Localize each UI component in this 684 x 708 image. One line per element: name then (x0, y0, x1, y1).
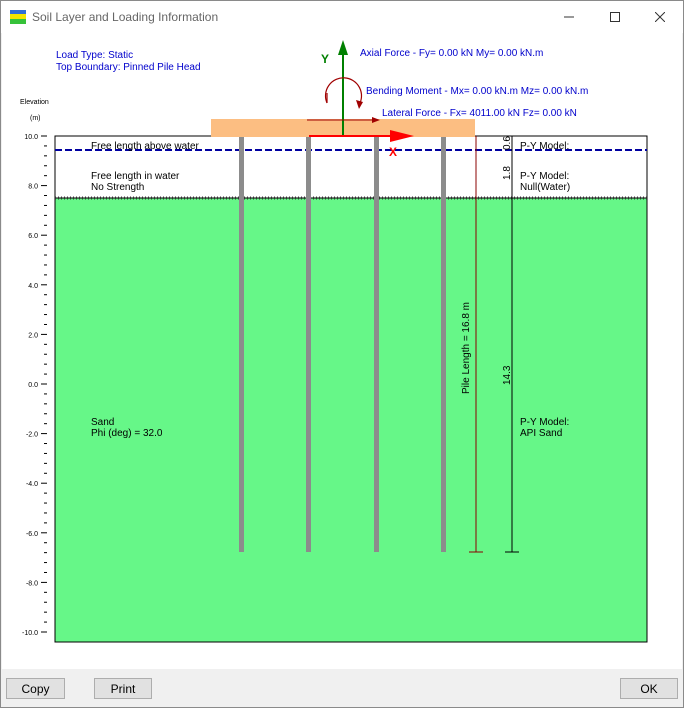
elevation-axis-title: Elevation (20, 99, 49, 106)
dim-label-in-water: 1.8 (502, 166, 513, 180)
no-strength-label: No Strength (91, 182, 144, 193)
dim-label-above-water: 0.6 (502, 136, 513, 150)
pile-length-label: Pile Length = 16.8 m (461, 302, 472, 394)
pile (239, 127, 244, 552)
load-type-text: Load Type: Static (56, 50, 133, 61)
elevation-axis: 10.0 8.0 6.0 4.0 2.0 0.0 -2.0 -4.0 -6.0 -8.0 -10.0 (22, 134, 47, 637)
print-button[interactable]: Print (94, 678, 152, 699)
soil-profile-drawing: Load Type: Static Top Boundary: Pinned P… (20, 40, 648, 643)
app-icon (10, 10, 26, 24)
dim-label-sand: 14.3 (502, 365, 513, 385)
pile (306, 127, 311, 552)
elevation-tick-label: 4.0 (28, 283, 38, 290)
pile (441, 127, 446, 552)
py-model-label-2: P-Y Model: (520, 171, 569, 182)
drawing-canvas: Load Type: Static Top Boundary: Pinned P… (2, 33, 682, 669)
sand-label: Sand (91, 417, 114, 428)
maximize-button[interactable] (592, 1, 638, 33)
phi-label: Phi (deg) = 32.0 (91, 428, 163, 439)
window-title: Soil Layer and Loading Information (32, 10, 219, 24)
top-boundary-text: Top Boundary: Pinned Pile Head (56, 62, 201, 73)
elevation-tick-label: 6.0 (28, 233, 38, 240)
copy-button[interactable]: Copy (6, 678, 65, 699)
lateral-force-text: Lateral Force - Fx= 4011.00 kN Fz= 0.00 … (382, 108, 577, 119)
free-above-water-label: Free length above water (91, 141, 200, 152)
dialog-window: Soil Layer and Loading Information Load … (0, 0, 684, 708)
py-model-value-2: Null(Water) (520, 182, 570, 193)
py-model-label-1: P-Y Model: (520, 141, 569, 152)
bending-moment-arrowhead (356, 100, 363, 109)
title-bar[interactable]: Soil Layer and Loading Information (1, 1, 683, 33)
elevation-tick-label: 0.0 (28, 382, 38, 389)
bending-moment-text: Bending Moment - Mx= 0.00 kN.m Mz= 0.00 … (366, 86, 588, 97)
minimize-icon (564, 16, 574, 18)
py-model-label-3: P-Y Model: (520, 417, 569, 428)
x-axis-label: X (389, 145, 397, 159)
elevation-tick-label: -2.0 (26, 432, 38, 439)
minimize-button[interactable] (546, 1, 592, 33)
close-icon (655, 12, 665, 22)
elevation-tick-label: 10.0 (24, 134, 38, 141)
close-button[interactable] (637, 1, 683, 33)
elevation-tick-label: -10.0 (22, 630, 38, 637)
y-axis-label: Y (321, 52, 329, 66)
ok-button[interactable]: OK (620, 678, 678, 699)
pile (374, 127, 379, 552)
elevation-tick-label: -6.0 (26, 531, 38, 538)
axial-force-text: Axial Force - Fy= 0.00 kN My= 0.00 kN.m (360, 48, 543, 59)
elevation-tick-label: 8.0 (28, 184, 38, 191)
maximize-icon (610, 12, 620, 22)
elevation-axis-unit: (m) (30, 115, 41, 122)
axial-force-arrowhead (338, 40, 348, 55)
elevation-tick-label: -4.0 (26, 481, 38, 488)
py-model-value-3: API Sand (520, 428, 562, 439)
free-in-water-label: Free length in water (91, 171, 180, 182)
elevation-tick-label: -8.0 (26, 580, 38, 587)
elevation-tick-label: 2.0 (28, 332, 38, 339)
